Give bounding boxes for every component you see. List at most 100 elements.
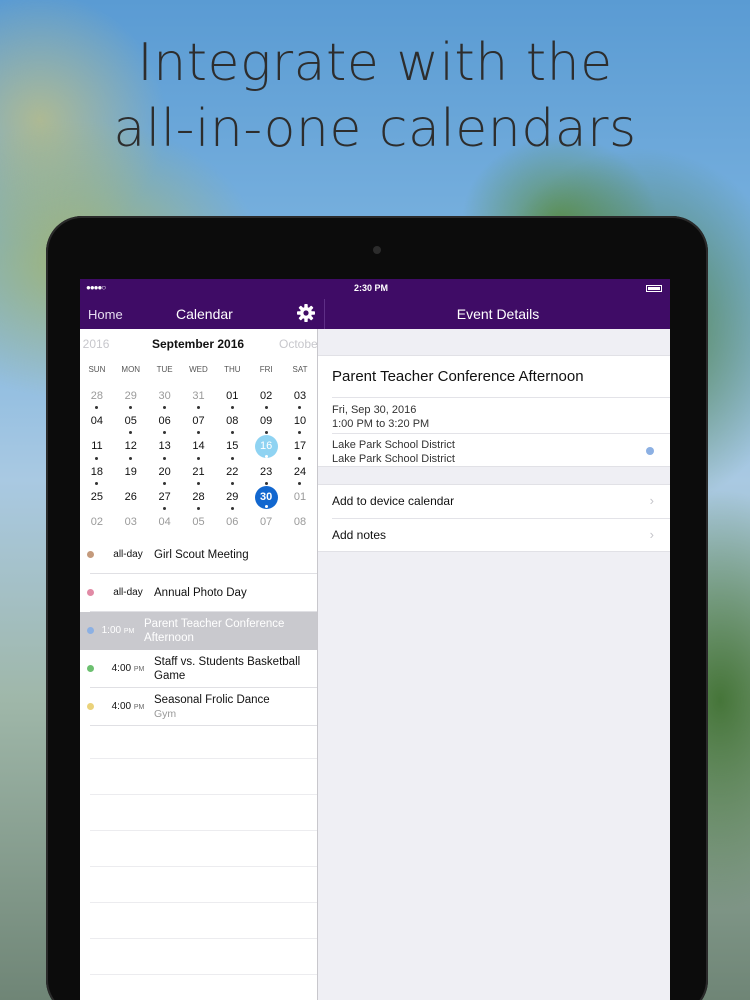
next-month-label[interactable]: Octobe <box>279 337 318 351</box>
calendar-day-today[interactable]: 16 <box>249 435 283 460</box>
calendar-week-row: 11 12 13 14 15 16 17 <box>80 435 317 460</box>
event-detail-pane: Parent Teacher Conference Afternoon Fri,… <box>318 329 670 1000</box>
event-time-value: all-day <box>113 587 143 598</box>
event-indicator-dot <box>163 406 167 410</box>
calendar-day[interactable]: 27 <box>148 486 182 511</box>
event-color-dot <box>87 664 94 672</box>
event-indicator-dot <box>163 481 167 485</box>
calendar-day[interactable]: 11 <box>80 435 114 460</box>
calendar-day[interactable]: 04 <box>80 410 114 435</box>
day-number: 12 <box>124 440 137 453</box>
day-number: 08 <box>226 415 239 428</box>
calendar-day[interactable]: 10 <box>283 410 317 435</box>
calendar-day[interactable]: 08 <box>215 410 249 435</box>
ipad-frame: ●●●●○ 2:30 PM Home Calendar Event Detail… <box>46 216 708 1000</box>
calendar-day[interactable]: 14 <box>182 435 216 460</box>
event-time-value: 4:00 <box>111 701 132 712</box>
day-number: 04 <box>90 415 104 428</box>
event-row-selected[interactable]: 1:00 PM Parent Teacher Conference Afterno… <box>80 612 317 650</box>
calendar-day[interactable]: 18 <box>80 461 114 486</box>
event-indicator-dot <box>163 431 167 435</box>
event-time: 4:00 PM <box>104 650 152 689</box>
nav-bar: Home Calendar Event Details <box>80 299 670 329</box>
calendar-day[interactable]: 13 <box>148 435 182 460</box>
event-row[interactable]: all-day Girl Scout Meeting <box>87 536 317 574</box>
prev-month-label[interactable]: t 2016 <box>80 337 109 351</box>
calendar-day[interactable]: 28 <box>182 486 216 511</box>
event-title: Girl Scout Meeting <box>154 549 249 561</box>
calendar-day[interactable]: 17 <box>283 435 317 460</box>
event-color-dot <box>87 588 94 596</box>
calendar-day[interactable]: 04 <box>148 511 182 536</box>
event-time: 1:00 PM <box>94 612 142 651</box>
calendar-day[interactable]: 25 <box>80 486 114 511</box>
month-switcher[interactable]: t 2016 September 2016 Octobe <box>80 337 318 355</box>
event-color-dot <box>87 627 94 634</box>
calendar-day-selected[interactable]: 30 <box>249 485 283 511</box>
calendar-day[interactable]: 22 <box>215 461 249 486</box>
event-indicator-dot <box>196 506 200 510</box>
calendar-day[interactable]: 06 <box>148 410 182 435</box>
calendar-day[interactable]: 08 <box>283 511 317 536</box>
calendar-day[interactable]: 29 <box>215 486 249 511</box>
event-row[interactable]: all-day Annual Photo Day <box>87 574 317 612</box>
calendar-day[interactable]: 26 <box>114 486 148 511</box>
day-number: 02 <box>90 515 104 528</box>
empty-list-rows <box>90 758 317 1000</box>
calendar-day[interactable]: 05 <box>182 511 216 536</box>
event-indicator-dot <box>163 506 167 510</box>
calendar-day[interactable]: 19 <box>114 461 148 486</box>
weekday-label: WED <box>189 365 208 374</box>
event-indicator-dot <box>163 456 167 460</box>
calendar-day[interactable]: 29 <box>114 385 148 410</box>
day-number: 28 <box>90 390 104 402</box>
calendar-day[interactable]: 31 <box>182 385 216 410</box>
weekday-label: MON <box>121 365 141 374</box>
calendar-title: Calendar <box>176 306 233 322</box>
action-label: Add to device calendar <box>332 494 455 508</box>
event-title: Annual Photo Day <box>154 587 247 599</box>
calendar-day[interactable]: 01 <box>215 385 249 410</box>
calendar-day[interactable]: 12 <box>114 435 148 460</box>
calendar-day[interactable]: 09 <box>249 410 283 435</box>
day-number: 06 <box>158 415 171 428</box>
day-number: 06 <box>226 515 239 528</box>
calendar-day[interactable]: 05 <box>114 410 148 435</box>
add-to-device-calendar-button[interactable]: Add to device calendar › <box>318 485 670 518</box>
calendar-day[interactable]: 07 <box>182 410 216 435</box>
calendar-day[interactable]: 28 <box>80 385 114 410</box>
calendar-day[interactable]: 06 <box>215 511 249 536</box>
month-grid: 28 29 30 31 01 02 03 04 05 06 07 08 09 10 11 12 13 14 15 16… <box>80 385 317 536</box>
calendar-day[interactable]: 03 <box>283 385 317 410</box>
event-row[interactable]: 4:00 PM Staff vs. Students Basketball Gam… <box>87 650 317 689</box>
calendar-week-row: 18 19 20 21 22 23 24 <box>80 461 317 486</box>
calendar-day[interactable]: 01 <box>283 486 317 511</box>
calendar-day[interactable]: 24 <box>283 461 317 486</box>
event-list: all-day Girl Scout Meeting all-day Annual P… <box>80 536 317 726</box>
event-color-dot <box>87 702 94 710</box>
calendar-day[interactable]: 02 <box>249 385 283 410</box>
add-notes-button[interactable]: Add notes › <box>332 518 670 551</box>
home-button[interactable]: Home <box>88 307 123 322</box>
calendar-week-row: 25 26 27 28 29 30 01 <box>80 485 317 511</box>
calendar-day[interactable]: 23 <box>249 461 283 486</box>
status-time: 2:30 PM <box>354 283 389 293</box>
day-number: 22 <box>226 465 239 478</box>
event-date-block: Fri, Sep 30, 2016 1:00 PM to 3:20 PM <box>332 403 429 431</box>
day-number: 09 <box>260 415 273 428</box>
calendar-day[interactable]: 15 <box>215 435 249 460</box>
weekday-label: TUE <box>156 365 173 374</box>
event-indicator-dot <box>129 456 133 460</box>
calendar-day[interactable]: 03 <box>114 511 148 536</box>
day-number: 13 <box>158 440 171 453</box>
day-number: 31 <box>192 390 205 402</box>
calendar-day[interactable]: 07 <box>249 511 283 536</box>
calendar-day[interactable]: 02 <box>80 511 114 536</box>
day-number: 19 <box>124 465 137 478</box>
calendar-day[interactable]: 30 <box>148 385 182 410</box>
event-row[interactable]: 4:00 PM Seasonal Frolic Dance Gym <box>87 688 317 726</box>
day-number: 05 <box>124 415 137 428</box>
calendar-day[interactable]: 20 <box>148 461 182 486</box>
calendar-day[interactable]: 21 <box>182 461 216 486</box>
gear-icon[interactable] <box>296 302 316 324</box>
